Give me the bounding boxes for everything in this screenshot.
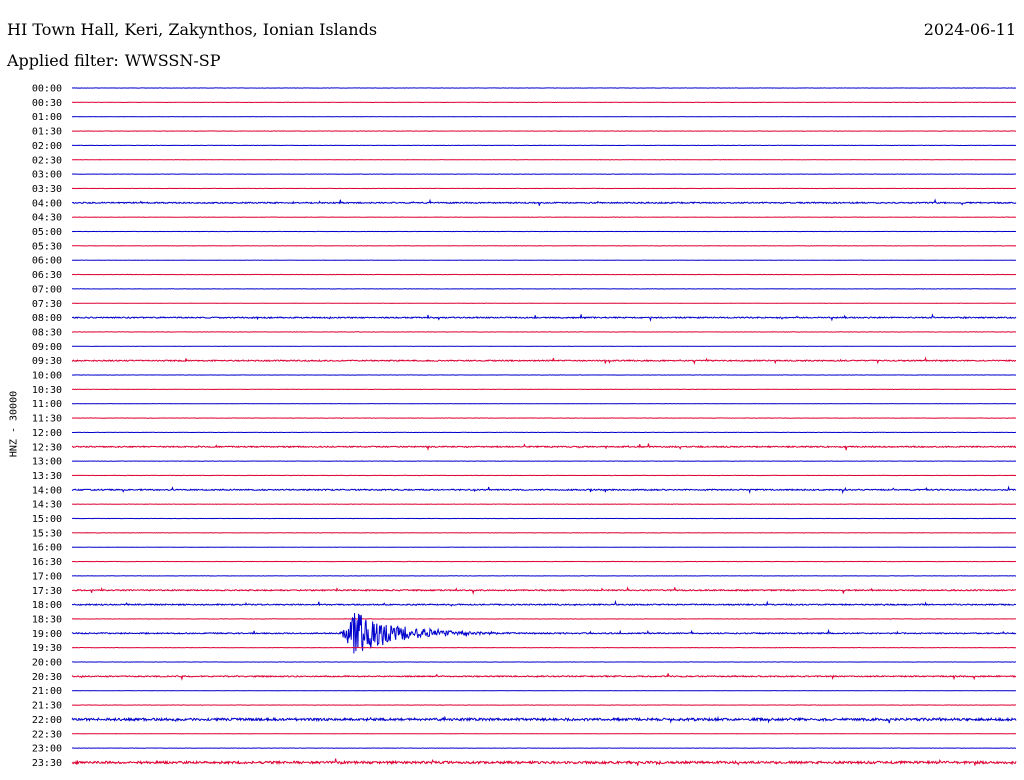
trace-row [71, 485, 1017, 495]
row-time-label: 23:30 [32, 758, 62, 769]
row-time-label: 12:00 [32, 428, 62, 439]
row-time-label: 01:30 [32, 127, 62, 138]
row-time-label: 05:00 [32, 227, 62, 238]
row-time-label: 18:00 [32, 600, 62, 611]
trace-row [71, 443, 1017, 451]
row-time-label: 13:30 [32, 471, 62, 482]
row-time-label: 20:30 [32, 672, 62, 683]
row-time-label: 23:00 [32, 744, 62, 755]
row-time-label: 00:00 [32, 84, 62, 95]
row-time-label: 11:30 [32, 414, 62, 425]
row-time-label: 15:30 [32, 528, 62, 539]
row-time-label: 03:30 [32, 184, 62, 195]
row-time-label: 16:00 [32, 543, 62, 554]
trace-row [71, 599, 1017, 607]
seismogram-plot: 00:00 00:30 01:00 01:30 02:00 02:30 03:00 03:30… [32, 84, 1017, 769]
row-time-label: 12:30 [32, 442, 62, 453]
row-time-label: 22:00 [32, 715, 62, 726]
row-time-label: 16:30 [32, 557, 62, 568]
row-time-label: 06:00 [32, 256, 62, 267]
row-time-label: 04:00 [32, 198, 62, 209]
row-time-label: 17:30 [32, 586, 62, 597]
row-time-label: 15:00 [32, 514, 62, 525]
row-time-label: 20:00 [32, 658, 62, 669]
row-time-label: 21:00 [32, 686, 62, 697]
row-time-label: 14:30 [32, 500, 62, 511]
trace-row [71, 586, 1017, 595]
row-time-label: 14:00 [32, 485, 62, 496]
trace-row [71, 715, 1017, 724]
row-time-label: 11:00 [32, 399, 62, 410]
row-time-label: 08:30 [32, 327, 62, 338]
row-time-label: 06:30 [32, 270, 62, 281]
row-time-label: 22:30 [32, 729, 62, 740]
row-time-label: 03:00 [32, 170, 62, 181]
row-time-label: 21:30 [32, 701, 62, 712]
trace-row [71, 313, 1017, 323]
trace-row [71, 356, 1017, 365]
row-time-label: 17:00 [32, 571, 62, 582]
row-time-label: 02:30 [32, 155, 62, 166]
row-time-label: 02:00 [32, 141, 62, 152]
row-time-label: 10:30 [32, 385, 62, 396]
trace-row [71, 758, 1017, 766]
trace-row [71, 673, 1017, 681]
row-time-label: 09:30 [32, 356, 62, 367]
row-time-label: 07:30 [32, 299, 62, 310]
row-time-label: 19:30 [32, 643, 62, 654]
row-time-label: 00:30 [32, 98, 62, 109]
row-time-label: 19:00 [32, 629, 62, 640]
row-time-label: 07:00 [32, 284, 62, 295]
row-time-label: 10:00 [32, 371, 62, 382]
row-time-label: 09:00 [32, 342, 62, 353]
trace-row [71, 198, 1017, 206]
row-time-label: 04:30 [32, 213, 62, 224]
row-time-label: 18:30 [32, 614, 62, 625]
row-time-label: 08:00 [32, 313, 62, 324]
row-time-label: 01:00 [32, 112, 62, 123]
row-time-label: 13:00 [32, 457, 62, 468]
row-time-label: 05:30 [32, 241, 62, 252]
